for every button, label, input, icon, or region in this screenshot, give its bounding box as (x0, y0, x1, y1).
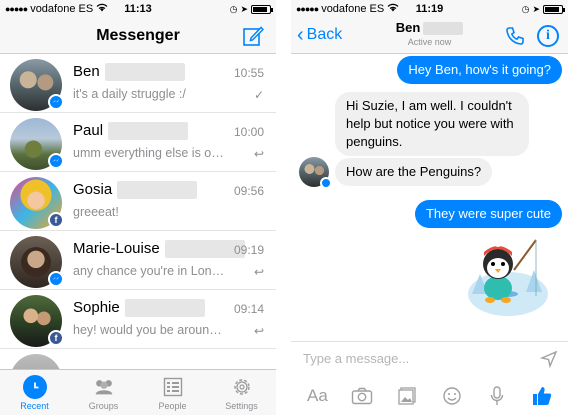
active-status: Active now (407, 37, 452, 47)
incoming-message: How are the Penguins? (335, 158, 493, 186)
facebook-badge-icon: f (48, 212, 64, 228)
redacted-surname (164, 240, 245, 259)
messenger-badge-icon (48, 94, 64, 110)
messenger-badge-icon (320, 177, 332, 189)
reply-icon: ↩ (253, 147, 264, 161)
chat-header: ‹ Back Ben Active now i (291, 18, 568, 54)
timestamp: 10:55 (233, 66, 264, 80)
conversation-row[interactable]: f Sophie 09:14 hey! would you be aroun… … (0, 290, 276, 349)
tab-people[interactable]: People (138, 370, 207, 415)
avatar (10, 354, 62, 369)
inbox-header: Messenger (0, 18, 276, 54)
status-right: ◷ ➤ (229, 3, 273, 15)
contact-name: Ben (73, 63, 185, 82)
messenger-badge-icon (48, 271, 64, 287)
location-icon: ➤ (240, 3, 248, 14)
contact-name: Sophie (73, 299, 205, 318)
camera-icon[interactable] (348, 382, 376, 410)
inbox-screen: ●●●●● vodafone ES 11:13 ◷ ➤ Messenger Be… (0, 0, 276, 415)
message-preview: any chance you're in Lon… (73, 264, 225, 278)
message-composer (291, 341, 568, 377)
timestamp: 09:14 (233, 302, 264, 316)
messenger-badge-icon (48, 153, 64, 169)
penguin-sticker[interactable] (462, 236, 550, 320)
chat-screen: ●●●●● vodafone ES 11:19 ◷ ➤ ‹ Back Ben A… (291, 0, 568, 415)
like-icon[interactable] (528, 382, 556, 410)
timestamp: 09:19 (233, 243, 264, 257)
gear-icon (230, 375, 254, 399)
carrier-area: ●●●●● vodafone ES (296, 3, 399, 15)
conversation-row[interactable]: Marie-Louise 09:19 any chance you're in … (0, 231, 276, 290)
message-preview: umm everything else is o… (73, 146, 224, 160)
tab-label: People (158, 400, 187, 411)
message-preview: it's a daily struggle :/ (73, 87, 186, 101)
status-bar: ●●●●● vodafone ES 11:19 ◷ ➤ (291, 0, 568, 18)
composer-toolbar: Aa (291, 377, 568, 415)
compose-icon[interactable] (242, 25, 265, 47)
message-preview: greeeat! (73, 205, 119, 219)
emoji-icon[interactable] (438, 382, 466, 410)
gallery-icon[interactable] (393, 382, 421, 410)
tab-recent[interactable]: Recent (0, 370, 69, 415)
contact-name[interactable]: Ben (291, 20, 568, 36)
contact-name: Gosia (73, 181, 198, 200)
facebook-badge-icon: f (48, 330, 64, 346)
redacted-surname (108, 122, 189, 141)
page-title: Messenger (96, 26, 180, 44)
status-bar: ●●●●● vodafone ES 11:13 ◷ ➤ (0, 0, 276, 18)
tab-label: Groups (88, 400, 119, 411)
conversation-row[interactable]: Ben 10:55 it's a daily struggle :/ ✓ (0, 54, 276, 113)
incoming-message: Hi Suzie, I am well. I couldn't help but… (335, 92, 529, 156)
redacted-surname (104, 63, 185, 82)
timestamp: 09:56 (233, 184, 264, 198)
message-preview: hey! would you be aroun… (73, 323, 222, 337)
carrier-label: vodafone ES (321, 3, 385, 15)
battery-icon (251, 4, 273, 14)
clock-icon (22, 374, 47, 399)
send-icon[interactable] (539, 350, 558, 369)
tab-label: Settings (225, 400, 258, 411)
signal-icon: ●●●●● (296, 4, 319, 14)
reply-icon: ↩ (253, 265, 264, 279)
wifi-icon (387, 3, 399, 15)
alarm-icon: ◷ (521, 3, 530, 14)
redacted-surname (423, 22, 464, 36)
signal-icon: ●●●●● (5, 4, 28, 14)
reply-icon: ↩ (253, 324, 264, 338)
location-icon: ➤ (532, 3, 540, 14)
tab-settings[interactable]: Settings (207, 370, 276, 415)
message-input[interactable] (303, 351, 533, 366)
tab-bar: Recent Groups People Settings (0, 369, 276, 415)
screen: ●●●●● vodafone ES 11:13 ◷ ➤ Messenger Be… (0, 0, 568, 415)
tab-groups[interactable]: Groups (69, 370, 138, 415)
conversation-row[interactable]: Paul 10:00 umm everything else is o… ↩ (0, 113, 276, 172)
contact-name: Marie-Louise (73, 240, 245, 259)
contact-name: Paul (73, 122, 189, 141)
wifi-icon (96, 3, 108, 15)
check-icon: ✓ (253, 88, 264, 102)
info-icon[interactable]: i (537, 25, 559, 47)
redacted-surname (124, 299, 205, 318)
redacted-surname (117, 181, 198, 200)
tab-label: Recent (20, 400, 49, 411)
conversation-list: Ben 10:55 it's a daily struggle :/ ✓ Pau… (0, 54, 276, 369)
conversation-row[interactable]: f Gosia 09:56 greeeat! (0, 172, 276, 231)
groups-icon (92, 375, 116, 399)
carrier-label: vodafone ES (30, 3, 94, 15)
status-right: ◷ ➤ (521, 3, 565, 15)
timestamp: 10:00 (233, 125, 264, 139)
battery-icon (543, 4, 565, 14)
alarm-icon: ◷ (229, 3, 238, 14)
phone-icon[interactable] (504, 25, 526, 47)
text-format-icon[interactable]: Aa (303, 382, 331, 410)
microphone-icon[interactable] (483, 382, 511, 410)
conversation-row[interactable] (0, 349, 276, 369)
outgoing-message: Hey Ben, how's it going? (397, 56, 562, 84)
outgoing-message: They were super cute (414, 200, 562, 228)
people-list-icon (161, 375, 185, 399)
carrier-area: ●●●●● vodafone ES (5, 3, 108, 15)
